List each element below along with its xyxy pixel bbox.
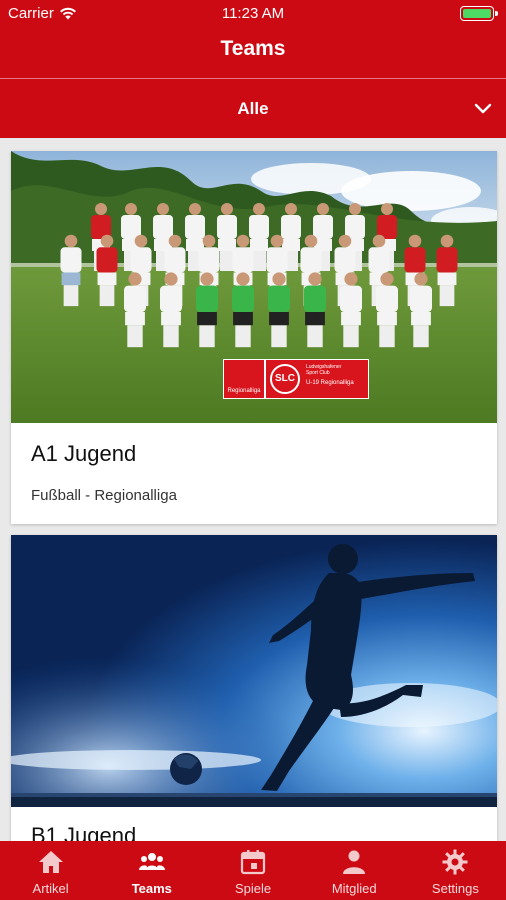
club-banner: SLC Ludwigshafener Sport Club U-19 Regio… [265,359,369,399]
filter-selected-value: Alle [237,99,269,118]
team-name: B1 Jugend [31,823,137,841]
battery-icon [460,6,498,21]
tab-label: Settings [431,881,479,896]
team-list[interactable]: Regionalliga SLC Ludwigshafener Sport Cl… [0,138,506,841]
gear-icon [442,849,468,875]
team-card-b1[interactable]: B1 Jugend [11,535,497,841]
tab-label: Artikel [32,881,69,896]
tab-label: Spiele [234,881,272,896]
home-icon [38,851,63,873]
status-time: 11:23 AM [221,5,285,22]
team-league: Fußball - Regionalliga [31,487,177,504]
tab-mitglied[interactable]: Mitglied [304,841,405,900]
team-icon [138,853,165,870]
status-bar: Carrier 11:23 AM [0,0,506,26]
app-header: Carrier 11:23 AM Teams Alle [0,0,506,138]
calendar-icon [240,850,266,875]
sponsor-banner-left: Regionalliga [223,359,265,399]
team-card-a1[interactable]: Regionalliga SLC Ludwigshafener Sport Cl… [11,151,497,524]
banner-line-2: Sport Club [306,370,330,376]
tab-label: Teams [131,881,172,896]
team-filter-dropdown[interactable]: Alle [0,79,506,138]
tab-spiele[interactable]: Spiele [202,841,303,900]
banner-left-label: Regionalliga [227,388,261,394]
tab-settings[interactable]: Settings [405,841,506,900]
team-photo: Regionalliga SLC Ludwigshafener Sport Cl… [11,151,497,423]
tab-label: Mitglied [331,881,377,896]
tab-teams[interactable]: Teams [101,841,202,900]
chevron-down-icon [474,103,492,114]
battery-level [463,9,491,18]
tab-bar: Artikel Teams Spiele Mitglied Settings [0,841,506,900]
soccer-silhouette-photo [11,535,497,807]
page-title: Teams [220,37,286,60]
person-icon [343,850,366,874]
club-logo: SLC [270,364,300,394]
team-name: A1 Jugend [31,441,137,466]
tab-artikel[interactable]: Artikel [0,841,101,900]
banner-line-3: U-19 Regionalliga [306,380,354,386]
